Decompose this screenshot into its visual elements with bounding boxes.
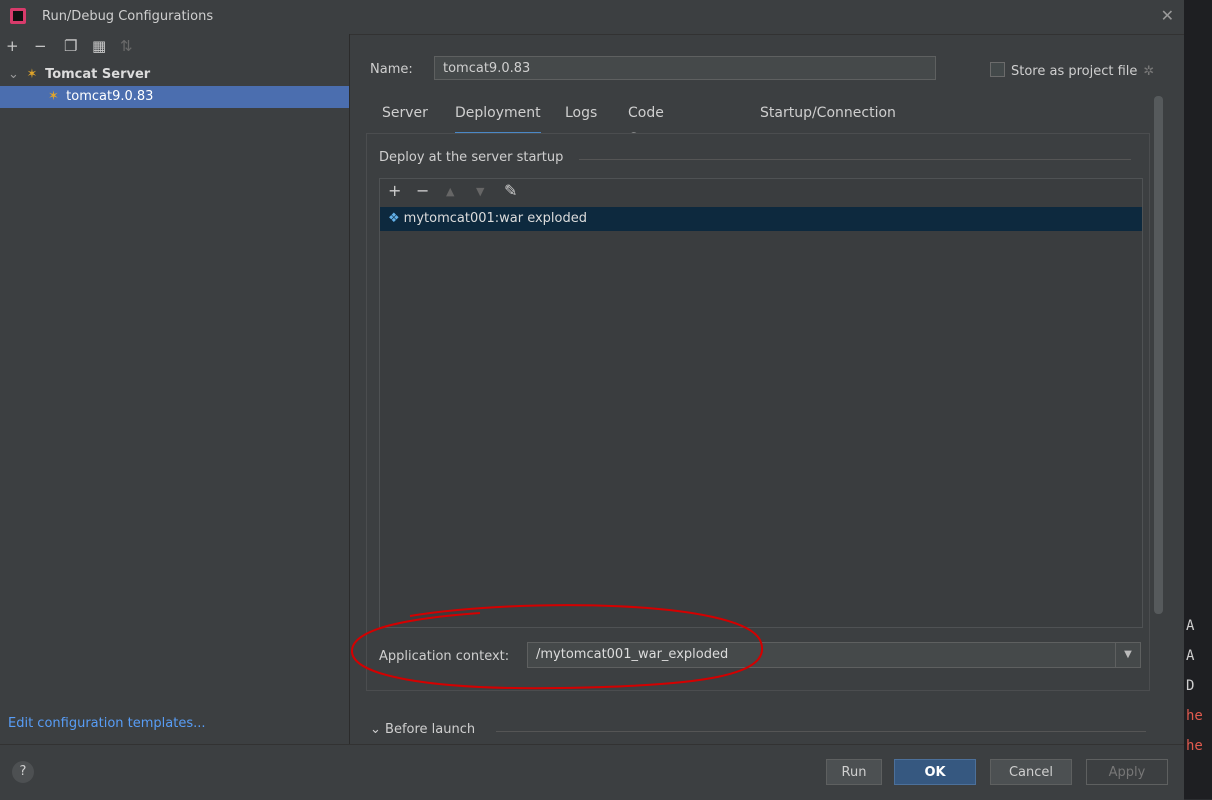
remove-configuration-icon[interactable]: −	[34, 37, 47, 55]
apply-button[interactable]: Apply	[1086, 759, 1168, 785]
store-as-project-label: Store as project file	[1011, 64, 1138, 79]
tree-item-tomcat-server[interactable]: ⌄ ✶ Tomcat Server	[0, 64, 349, 86]
editor-text-fragment: A	[1186, 648, 1195, 664]
configuration-editor: Name: tomcat9.0.83 Store as project file…	[350, 34, 1184, 744]
application-context-combo[interactable]: /mytomcat001_war_exploded ▼	[527, 642, 1141, 668]
deployment-panel: Deploy at the server startup + − ▲ ▼ ✎ ❖…	[366, 133, 1150, 691]
chevron-down-icon[interactable]: ⌄	[8, 64, 22, 86]
chevron-down-icon: ⌄	[370, 722, 381, 737]
tree-item-tomcat9[interactable]: ✶ tomcat9.0.83	[0, 86, 349, 108]
run-debug-dialog: Run/Debug Configurations ✕ + − ❐ ▦ ⇅ ⌄ ✶…	[0, 0, 1184, 800]
ok-button[interactable]: OK	[894, 759, 976, 785]
editor-text-fragment: D	[1186, 678, 1195, 694]
tab-logs[interactable]: Logs	[565, 100, 597, 132]
vertical-scrollbar[interactable]	[1154, 96, 1163, 614]
background-editor-strip: A A D he he	[1184, 0, 1212, 799]
tab-startup-connection[interactable]: Startup/Connection	[760, 100, 896, 132]
window-title: Run/Debug Configurations	[42, 9, 214, 24]
deploy-group-title: Deploy at the server startup	[379, 150, 564, 165]
edit-artifact-icon[interactable]: ✎	[504, 181, 517, 200]
title-bar: Run/Debug Configurations ✕	[0, 0, 1184, 35]
sidebar-toolbar: + − ❐ ▦ ⇅	[0, 34, 349, 60]
name-field[interactable]: tomcat9.0.83	[434, 56, 936, 80]
store-as-project-checkbox[interactable]	[990, 62, 1005, 77]
copy-configuration-icon[interactable]: ❐	[64, 37, 77, 55]
tab-server[interactable]: Server	[382, 100, 428, 132]
add-artifact-icon[interactable]: +	[388, 181, 401, 200]
editor-text-fragment: he	[1186, 708, 1203, 724]
move-up-icon[interactable]: ▲	[446, 185, 454, 198]
tree-item-label: Tomcat Server	[45, 67, 151, 82]
tab-code-coverage[interactable]: Code Coverage	[628, 100, 695, 147]
tab-deployment[interactable]: Deployment	[455, 100, 541, 135]
move-to-folder-icon[interactable]: ▦	[92, 37, 106, 55]
editor-text-fragment: A	[1186, 618, 1195, 634]
configurations-tree: ⌄ ✶ Tomcat Server ✶ tomcat9.0.83	[0, 64, 349, 108]
intellij-app-icon	[10, 8, 26, 24]
remove-artifact-icon[interactable]: −	[416, 181, 429, 200]
help-icon[interactable]: ?	[12, 761, 34, 783]
artifact-icon: ❖	[388, 211, 400, 226]
artifact-name: mytomcat001:war exploded	[403, 211, 587, 226]
deployment-toolbar: + − ▲ ▼ ✎	[380, 179, 1142, 205]
close-icon[interactable]: ✕	[1161, 6, 1174, 25]
application-context-label: Application context:	[379, 649, 510, 664]
move-down-icon[interactable]: ▼	[476, 185, 484, 198]
edit-templates-link[interactable]: Edit configuration templates...	[8, 716, 206, 731]
cancel-button[interactable]: Cancel	[990, 759, 1072, 785]
chevron-down-icon[interactable]: ▼	[1115, 643, 1140, 667]
list-item[interactable]: ❖ mytomcat001:war exploded	[380, 207, 1142, 231]
before-launch-divider	[496, 731, 1146, 732]
before-launch-label: Before launch	[385, 722, 476, 737]
store-as-project-file[interactable]: Store as project file ✲	[990, 62, 1154, 79]
application-context-value: /mytomcat001_war_exploded	[536, 647, 729, 662]
run-button[interactable]: Run	[826, 759, 882, 785]
tree-item-label: tomcat9.0.83	[66, 89, 154, 104]
configurations-sidebar: + − ❐ ▦ ⇅ ⌄ ✶ Tomcat Server ✶ tomcat9.0.…	[0, 34, 350, 744]
add-configuration-icon[interactable]: +	[6, 37, 19, 55]
tomcat-icon: ✶	[48, 89, 59, 104]
sort-configurations-icon[interactable]: ⇅	[120, 37, 133, 55]
group-divider	[579, 159, 1131, 160]
before-launch-toggle[interactable]: ⌄ Before launch	[370, 722, 475, 737]
editor-text-fragment: he	[1186, 738, 1203, 754]
gear-icon[interactable]: ✲	[1143, 64, 1154, 79]
tomcat-icon: ✶	[26, 67, 38, 82]
deployment-list: + − ▲ ▼ ✎ ❖ mytomcat001:war exploded	[379, 178, 1143, 628]
dialog-footer: ? Run OK Cancel Apply	[0, 744, 1184, 800]
name-label: Name:	[370, 62, 413, 77]
